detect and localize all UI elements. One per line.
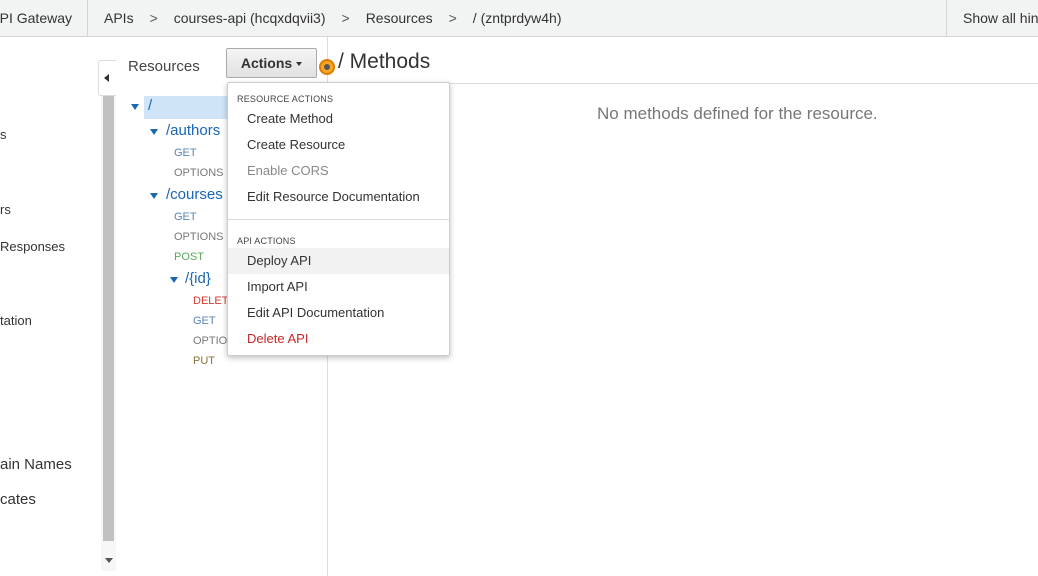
breadcrumb-apis[interactable]: APIs [104, 0, 134, 36]
scrollbar[interactable] [101, 96, 116, 571]
menu-item-edit-resource-docs[interactable]: Edit Resource Documentation [228, 184, 449, 210]
breadcrumb-current: / (zntprdyw4h) [472, 10, 562, 26]
expand-arrow-icon[interactable] [150, 129, 158, 135]
breadcrumb-separator: > [448, 10, 457, 26]
resources-title: Resources [128, 58, 200, 75]
nav-item[interactable]: cates [0, 491, 36, 508]
actions-menu: RESOURCE ACTIONS Create Method Create Re… [227, 82, 450, 356]
expand-arrow-icon[interactable] [150, 193, 158, 199]
nav-item[interactable]: Responses [0, 239, 65, 254]
show-all-hints-button[interactable]: Show all hints [946, 0, 1038, 36]
menu-item-delete-api[interactable]: Delete API [228, 326, 449, 352]
menu-item-deploy-api[interactable]: Deploy API [228, 248, 449, 274]
menu-section-header: API ACTIONS [237, 236, 296, 246]
method-put[interactable]: PUT [193, 355, 215, 367]
nav-item[interactable]: tation [0, 313, 32, 328]
resource-id[interactable]: /{id} [185, 270, 211, 287]
menu-section-header: RESOURCE ACTIONS [237, 94, 334, 104]
resource-authors[interactable]: /authors [166, 122, 220, 139]
collapse-nav-button[interactable] [98, 60, 116, 96]
page-title: / Methods [338, 50, 431, 73]
menu-divider [228, 219, 449, 220]
hint-marker-icon[interactable] [319, 59, 335, 75]
nav-item[interactable]: rs [0, 202, 11, 217]
nav-item[interactable]: s [0, 127, 7, 142]
method-options[interactable]: OPTIONS [174, 231, 224, 243]
breadcrumb-separator: > [341, 10, 350, 26]
breadcrumb-api[interactable]: courses-api (hcqxdqvii3) [174, 0, 326, 36]
method-get[interactable]: GET [174, 147, 197, 159]
empty-state-message: No methods defined for the resource. [597, 104, 878, 123]
top-bar: API Gateway APIs > courses-api (hcqxdqvii3… [0, 0, 1038, 37]
method-post[interactable]: POST [174, 251, 204, 263]
resource-root[interactable]: / [148, 97, 152, 114]
breadcrumb-resources[interactable]: Resources [366, 0, 433, 36]
actions-label: Actions [240, 55, 293, 71]
breadcrumb-separator: > [149, 10, 158, 26]
method-options[interactable]: OPTIONS [174, 167, 224, 179]
expand-arrow-icon[interactable] [131, 104, 139, 110]
menu-item-create-method[interactable]: Create Method [228, 106, 449, 132]
menu-item-edit-api-docs[interactable]: Edit API Documentation [228, 300, 449, 326]
menu-item-import-api[interactable]: Import API [228, 274, 449, 300]
caret-down-icon [296, 62, 303, 67]
nav-item[interactable]: ain Names [0, 456, 72, 473]
expand-arrow-icon[interactable] [170, 277, 178, 283]
service-name[interactable]: API Gateway [0, 0, 88, 36]
scroll-down-arrow-icon[interactable] [105, 558, 113, 563]
breadcrumb: APIs > courses-api (hcqxdqvii3) > Resources >… [104, 0, 562, 36]
resource-courses[interactable]: /courses [166, 186, 223, 203]
method-get[interactable]: GET [193, 315, 216, 327]
actions-button[interactable]: Actions [226, 48, 317, 78]
scrollbar-thumb[interactable] [103, 96, 114, 541]
method-get[interactable]: GET [174, 211, 197, 223]
left-navigation: s rs Responses tation ain Names cates [0, 37, 98, 576]
menu-item-create-resource[interactable]: Create Resource [228, 132, 449, 158]
menu-item-enable-cors: Enable CORS [247, 163, 329, 178]
